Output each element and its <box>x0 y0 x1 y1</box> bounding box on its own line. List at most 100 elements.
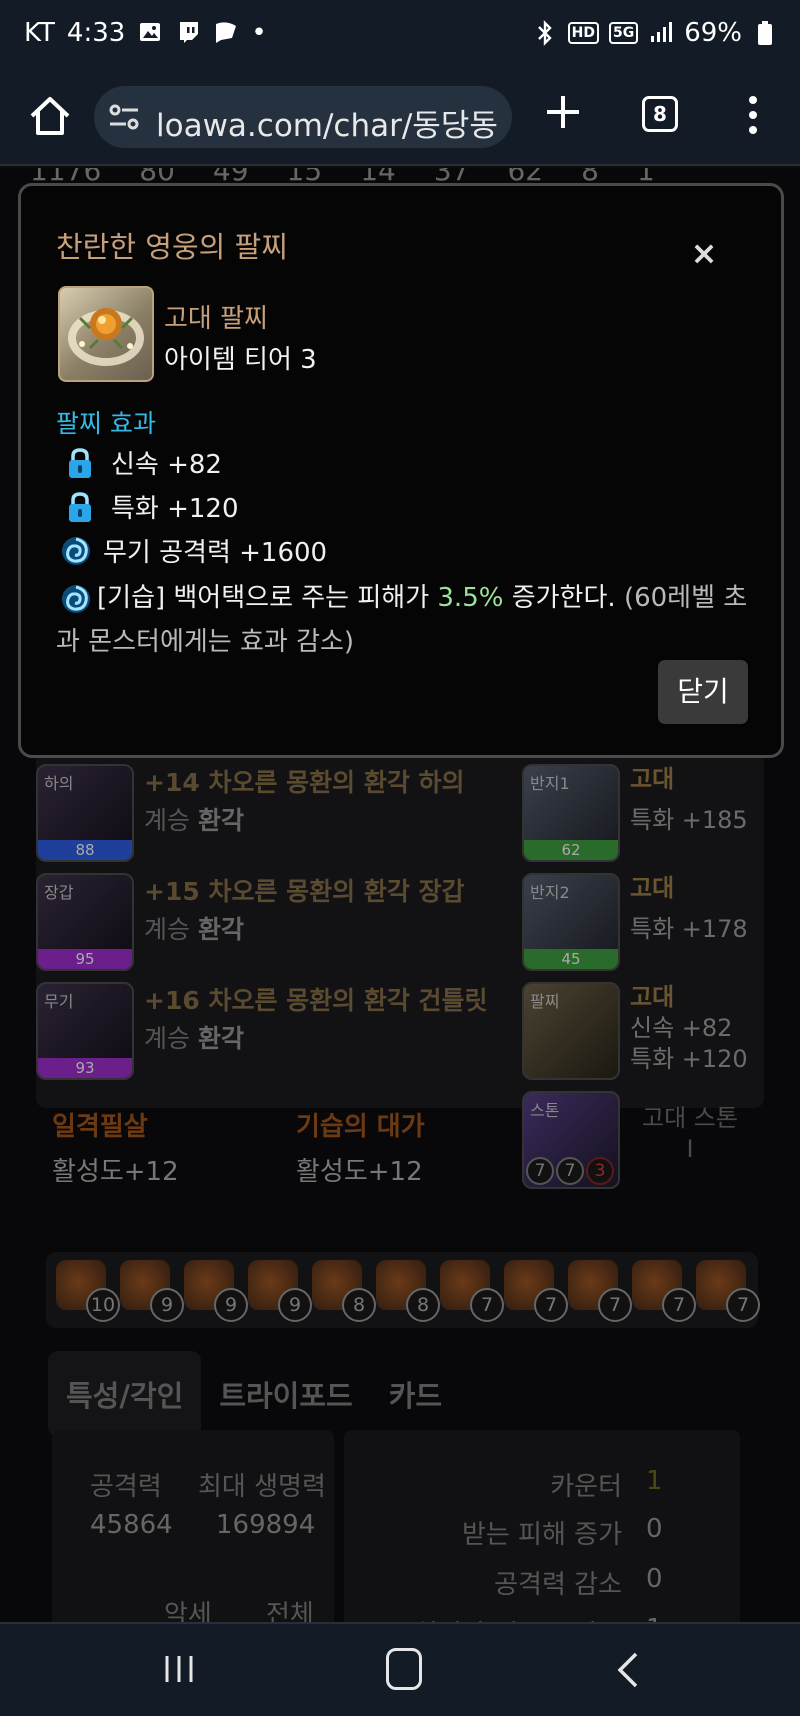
engraving-1: 일격필살 활성도+12 <box>52 1106 179 1188</box>
gem-icon[interactable]: 7 <box>440 1260 504 1322</box>
back-icon[interactable] <box>612 1650 642 1690</box>
item-grade: 고대 팔찌 <box>164 304 268 334</box>
quality-bar: 45 <box>524 949 618 969</box>
gem-icon[interactable]: 9 <box>248 1260 312 1322</box>
item-thumbnail: 스톤 7 7 3 <box>522 1091 620 1189</box>
gem-level: 7 <box>662 1288 696 1322</box>
item-tier: 아이템 티어 3 <box>164 345 317 375</box>
accessory-tier: 고대 <box>630 874 675 902</box>
item-thumbnail: 무기 93 <box>36 982 134 1080</box>
tab-card[interactable]: 카드 <box>371 1351 460 1437</box>
accessory-line: 특화 +185 <box>630 806 748 834</box>
stat-value: 0 <box>646 1514 663 1544</box>
gem-icon[interactable]: 7 <box>568 1260 632 1322</box>
gem-icon[interactable]: 9 <box>184 1260 248 1322</box>
lock-icon <box>63 446 97 480</box>
bracelet-item-image <box>58 286 154 382</box>
gem-icon[interactable]: 8 <box>376 1260 440 1322</box>
item-name: +16 차오른 몽환의 환각 건틀릿 <box>144 986 488 1015</box>
status-bar: KT 4:33 • HD 5G 69% <box>0 0 800 70</box>
effects-heading: 팔찌 효과 <box>56 409 156 438</box>
hp-label: 최대 생명력 <box>198 1472 326 1502</box>
recents-icon[interactable] <box>162 1652 196 1686</box>
stone-level: 7 <box>526 1157 554 1185</box>
gem-icon[interactable]: 7 <box>632 1260 696 1322</box>
modal-title: 찬란한 영웅의 팔찌 <box>56 230 288 264</box>
stat-value: 1 <box>646 1614 663 1622</box>
gem-level: 10 <box>86 1288 120 1322</box>
item-sub-prefix: 계승 <box>144 915 191 944</box>
quality-bar: 93 <box>38 1058 132 1078</box>
engraving-value: 활성도+12 <box>296 1157 423 1187</box>
swirl-icon <box>59 582 93 616</box>
more-menu-icon[interactable] <box>738 92 768 140</box>
notification-dot: • <box>251 18 267 48</box>
new-tab-icon[interactable] <box>540 92 586 138</box>
engraving-2: 기습의 대가 활성도+12 <box>296 1106 425 1188</box>
home-nav-icon[interactable] <box>386 1648 422 1690</box>
effect-pre: [기습] 백어택으로 주는 피해가 <box>97 583 438 613</box>
equipment-item-pants[interactable]: 하의 88 +14 차오른 몽환의 환각 하의 계승 환각 <box>36 764 465 862</box>
gem-icon[interactable]: 9 <box>120 1260 184 1322</box>
basic-stats-box: 공격력 최대 생명력 45864 169894 악세 전체 <box>52 1430 334 1622</box>
close-icon[interactable]: × <box>689 237 719 269</box>
gem-icon[interactable]: 7 <box>504 1260 568 1322</box>
gem-icon[interactable]: 10 <box>56 1260 120 1322</box>
item-thumbnail: 반지2 45 <box>522 873 620 971</box>
accessory-tier: 고대 <box>630 983 675 1011</box>
stat-label: 받는 피해 증가 <box>461 1520 622 1550</box>
gem-icon[interactable]: 7 <box>696 1260 760 1322</box>
stat-label: 카운터 <box>550 1472 622 1502</box>
gem-level: 9 <box>278 1288 312 1322</box>
home-icon[interactable] <box>24 90 76 142</box>
5g-icon: 5G <box>608 22 639 44</box>
tab-switcher-button[interactable]: 8 <box>642 96 678 132</box>
address-bar[interactable]: loawa.com/char/동당동 <box>94 86 512 148</box>
hp-value: 169894 <box>216 1510 316 1540</box>
gem-icon[interactable]: 8 <box>312 1260 376 1322</box>
effect-text: 특화 +120 <box>111 494 239 524</box>
tab-tripod[interactable]: 트라이포드 <box>201 1351 370 1437</box>
battery-icon <box>752 20 778 46</box>
equipment-item-gloves[interactable]: 장갑 95 +15 차오른 몽환의 환각 장갑 계승 환각 <box>36 873 465 971</box>
gem-level: 8 <box>406 1288 440 1322</box>
url-text[interactable]: loawa.com/char/동당동 <box>156 100 501 145</box>
accessory-ring1[interactable]: 반지1 62 고대 특화 +185 <box>522 764 748 862</box>
item-thumbnail: 팔찌 <box>522 982 620 1080</box>
ability-stone[interactable]: 스톤 7 7 3 고대 스톤 I <box>522 1091 750 1189</box>
accessory-bracelet[interactable]: 팔찌 고대 신속 +82 특화 +120 <box>522 982 748 1080</box>
attack-label: 공격력 <box>90 1472 162 1502</box>
combat-stats-box: 카운터 1 받는 피해 증가 0 공격력 감소 0 치명타 적중률 감소 1 <box>344 1430 740 1622</box>
battery-percent: 69% <box>684 18 742 48</box>
stone-level: 7 <box>556 1157 584 1185</box>
carrier-label: KT <box>24 18 55 48</box>
item-thumbnail: 장갑 95 <box>36 873 134 971</box>
twitch-icon <box>175 20 201 46</box>
quality-bar: 88 <box>38 840 132 860</box>
item-thumbnail: 반지1 62 <box>522 764 620 862</box>
gallery-icon <box>137 20 163 46</box>
stat-value: 1 <box>646 1466 663 1496</box>
effect-line: 신속 +82 <box>63 444 222 481</box>
signal-icon <box>648 20 674 46</box>
partial-label: 전체 <box>266 1600 314 1622</box>
site-settings-icon[interactable] <box>108 102 140 132</box>
effect-percent: 3.5% <box>437 583 504 613</box>
tab-traits[interactable]: 특성/각인 <box>48 1351 202 1437</box>
slot-label: 하의 <box>44 774 74 793</box>
item-sub-prefix: 계승 <box>144 806 191 835</box>
clock: 4:33 <box>66 18 126 48</box>
engraving-name: 일격필살 <box>52 1112 148 1142</box>
effect-line: 무기 공격력 +1600 <box>59 532 327 569</box>
gem-level: 9 <box>214 1288 248 1322</box>
slot-label: 팔찌 <box>530 992 560 1011</box>
accessory-line: 특화 +178 <box>630 915 748 943</box>
equipment-item-weapon[interactable]: 무기 93 +16 차오른 몽환의 환각 건틀릿 계승 환각 <box>36 982 488 1080</box>
stat-label: 치명타 적중률 감소 <box>414 1614 622 1622</box>
item-sub-bold: 환각 <box>197 1024 244 1053</box>
close-button[interactable]: 닫기 <box>658 660 748 724</box>
effect-text: 신속 +82 <box>111 450 222 480</box>
accessory-ring2[interactable]: 반지2 45 고대 특화 +178 <box>522 873 748 971</box>
stone-name: 고대 스톤 <box>642 1104 738 1132</box>
chat-icon <box>213 20 239 46</box>
